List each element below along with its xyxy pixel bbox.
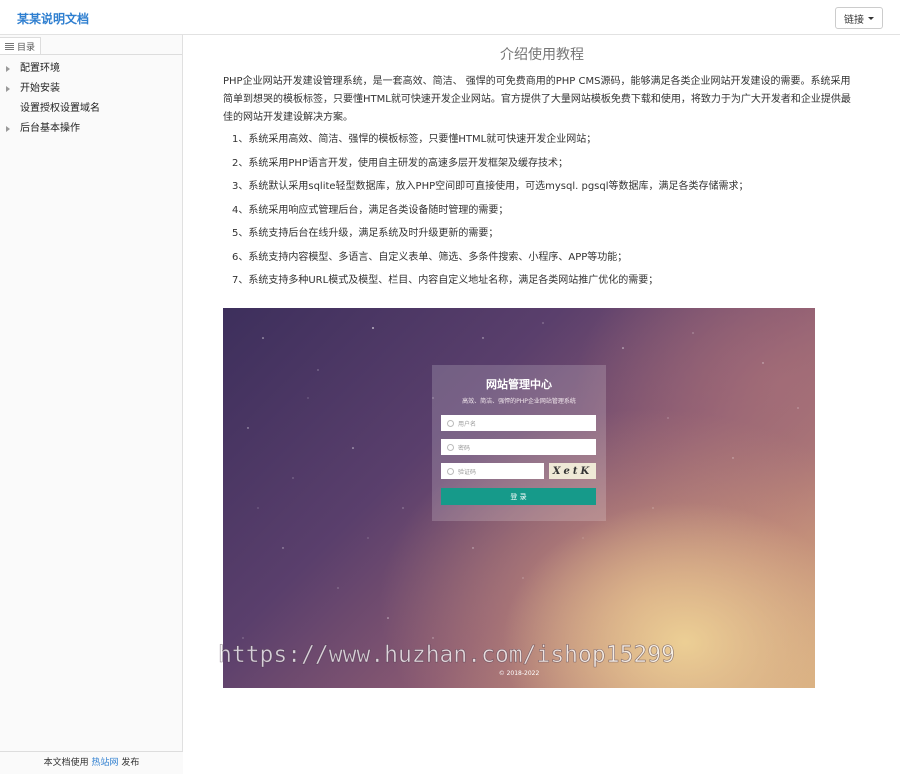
feature-list: 1、系统采用高效、简洁、强悍的模板标签，只要懂HTML就可快速开发企业网站； 2… (232, 132, 852, 297)
password-field: 密码 (441, 439, 596, 455)
expand-arrow-icon[interactable] (6, 86, 10, 92)
expand-arrow-icon[interactable] (6, 126, 10, 132)
links-button-label: 链接 (844, 14, 864, 26)
watermark-text: https://www.huzhan.com/ishop15299 (218, 642, 676, 669)
sidebar-footer: 本文档使用 热站网 发布 (0, 751, 183, 774)
tab-divider (41, 54, 182, 55)
toc-item-admin-basics[interactable]: 后台基本操作 (0, 119, 183, 139)
top-bar: 某某说明文档 链接 (0, 0, 900, 35)
list-icon (5, 42, 14, 50)
copyright-text: © 2018-2022 (498, 670, 540, 677)
intro-paragraph: PHP企业网站开发建设管理系统，是一套高效、简洁、 强悍的可免费商用的PHP C… (223, 76, 851, 123)
login-subtitle: 高效、简洁、强悍的PHP企业网站管理系统 (462, 398, 576, 405)
toc-item-label: 设置授权设置域名 (20, 103, 100, 114)
page-title: 介绍使用教程 (500, 47, 584, 63)
expand-arrow-icon[interactable] (6, 66, 10, 72)
footer-suffix: 发布 (118, 758, 140, 768)
toc-item-config-env[interactable]: 配置环境 (0, 59, 183, 79)
admin-login-screenshot: 网站管理中心 高效、简洁、强悍的PHP企业网站管理系统 用户名 密码 验证码 X… (223, 308, 815, 688)
feature-item: 3、系统默认采用sqlite轻型数据库，放入PHP空间即可直接使用，可选mysq… (232, 181, 749, 192)
sidebar: 目录 配置环境 开始安装 设置授权设置域名 后台基本操作 本文档使用 热站网 发… (0, 35, 183, 774)
feature-item: 1、系统采用高效、简洁、强悍的模板标签，只要懂HTML就可快速开发企业网站； (232, 134, 597, 145)
toc-item-license-domain[interactable]: 设置授权设置域名 (0, 99, 183, 119)
username-field: 用户名 (441, 415, 596, 431)
login-panel: 网站管理中心 高效、简洁、强悍的PHP企业网站管理系统 用户名 密码 验证码 X… (432, 365, 606, 521)
lock-icon (447, 443, 454, 451)
toc-item-label: 配置环境 (20, 63, 60, 74)
tab-toc-label: 目录 (17, 42, 36, 53)
feature-item: 2、系统采用PHP语言开发，使用自主研发的高速多层开发框架及缓存技术； (232, 157, 568, 169)
tab-toc[interactable]: 目录 (0, 37, 41, 55)
user-icon (447, 419, 454, 427)
captcha-placeholder: 验证码 (458, 468, 477, 476)
feature-item: 6、系统支持内容模型、多语言、自定义表单、筛选、多条件搜索、小程序、APP等功能… (232, 251, 628, 263)
toc-item-start-install[interactable]: 开始安装 (0, 79, 183, 99)
links-dropdown-button[interactable]: 链接 (835, 7, 883, 29)
feature-item: 4、系统采用响应式管理后台，满足各类设备随时管理的需要； (232, 204, 509, 216)
captcha-field: 验证码 (441, 463, 544, 479)
toc-list: 配置环境 开始安装 设置授权设置域名 后台基本操作 (0, 59, 183, 139)
footer-prefix: 本文档使用 (43, 758, 92, 768)
username-placeholder: 用户名 (458, 420, 477, 428)
captcha-image: XetK (549, 463, 596, 479)
footer-link[interactable]: 热站网 (91, 758, 118, 768)
password-placeholder: 密码 (458, 444, 471, 452)
shield-icon (447, 467, 454, 475)
brand-title[interactable]: 某某说明文档 (17, 10, 89, 27)
login-title: 网站管理中心 (486, 378, 552, 391)
feature-item: 5、系统支持后台在线升级，满足系统及时升级更新的需要； (232, 228, 499, 239)
feature-item: 7、系统支持多种URL模式及模型、栏目、内容自定义地址名称，满足各类网站推广优化… (232, 275, 659, 286)
caret-down-icon (868, 16, 874, 20)
toc-item-label: 后台基本操作 (20, 123, 80, 134)
toc-item-label: 开始安装 (20, 83, 60, 94)
login-button: 登 录 (441, 488, 596, 505)
